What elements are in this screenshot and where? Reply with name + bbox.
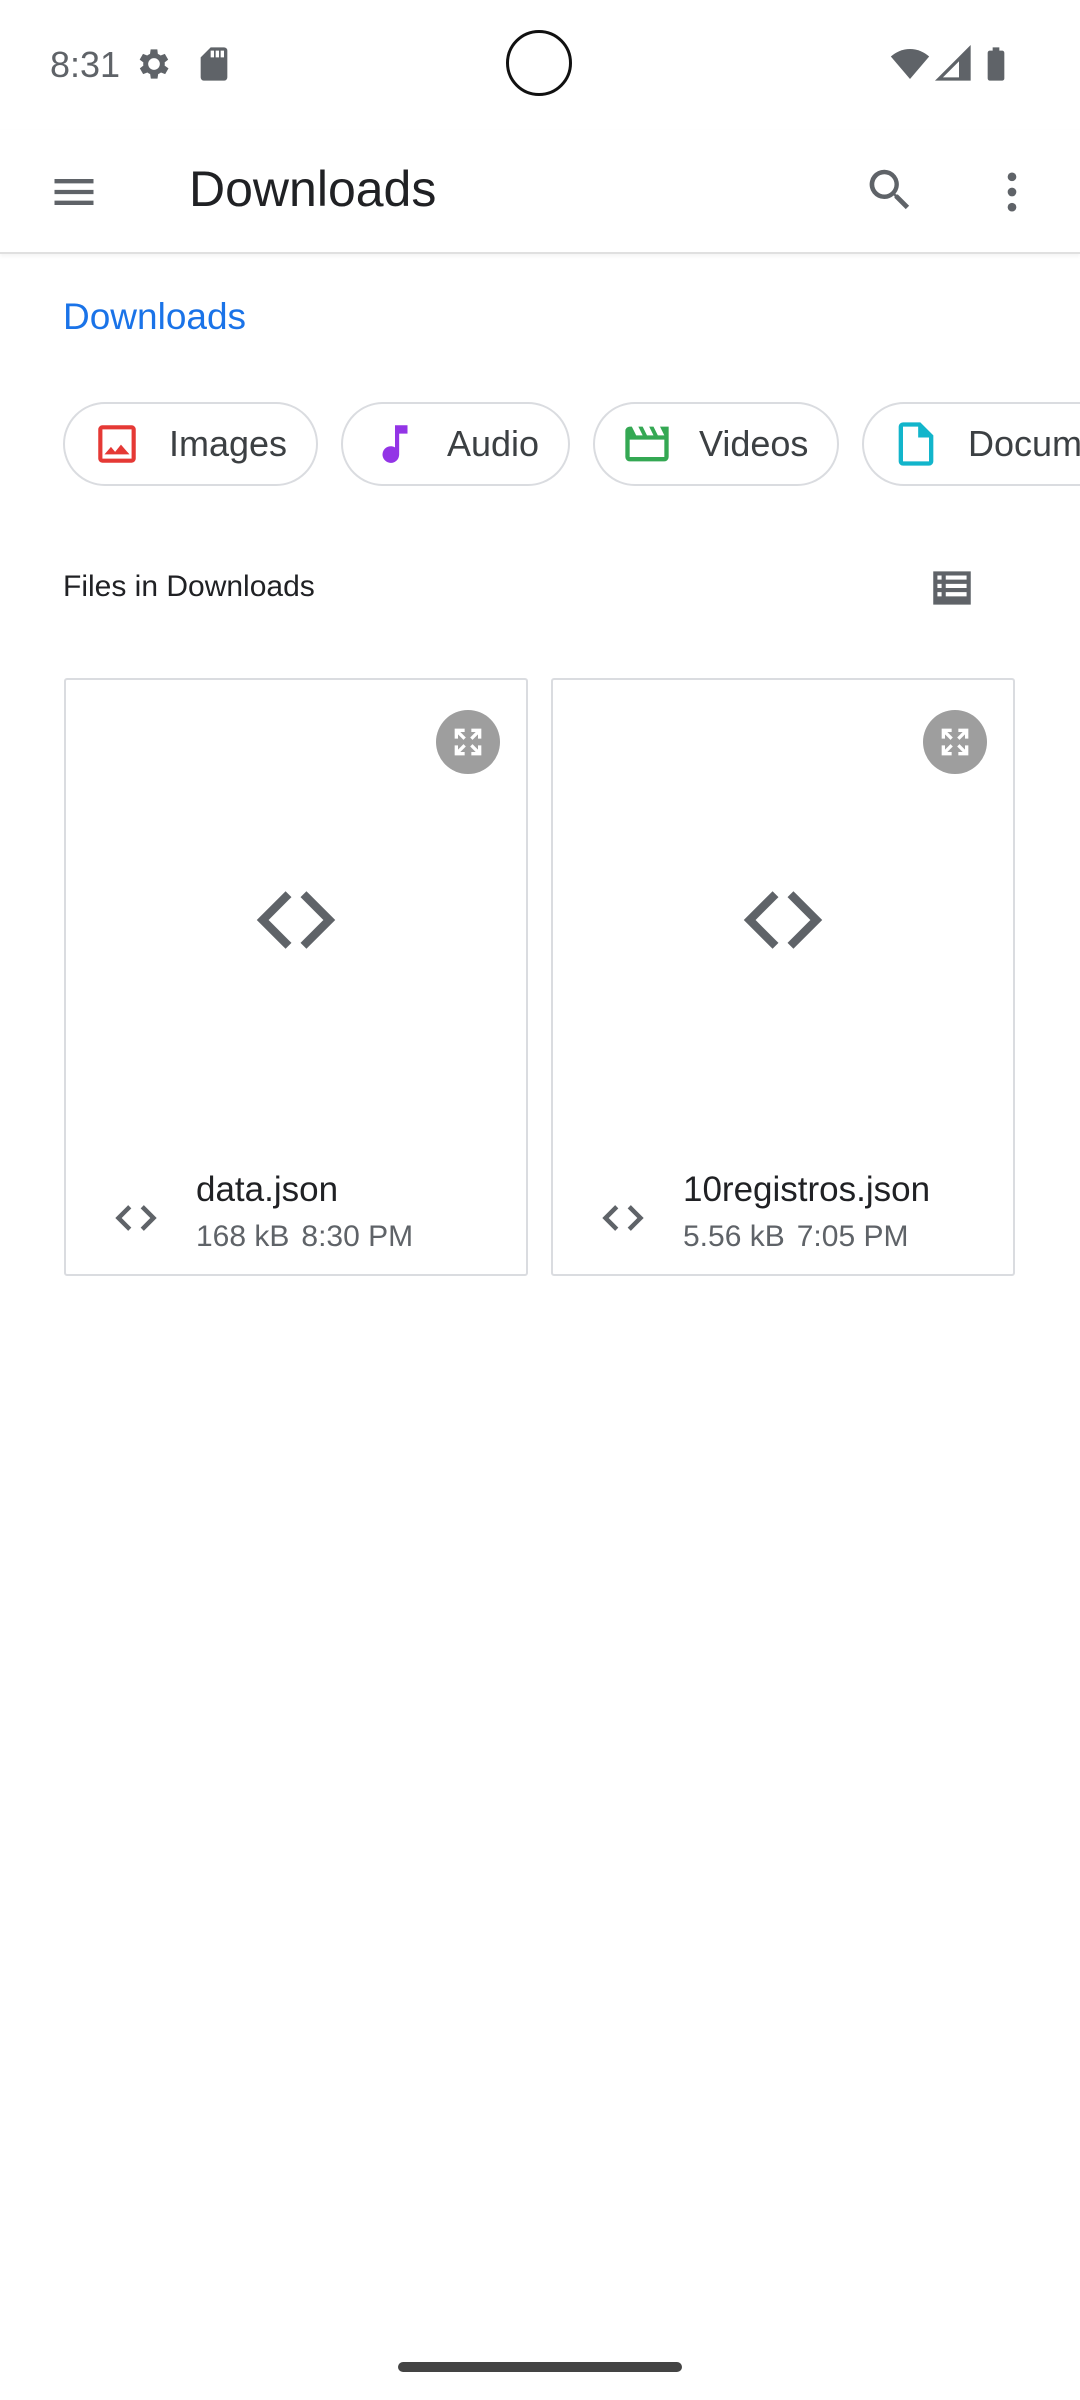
file-type-code-icon — [115, 1205, 157, 1231]
chip-label: Videos — [699, 423, 809, 464]
code-icon — [256, 891, 336, 949]
hamburger-menu-icon — [54, 179, 94, 205]
file-info: 168 kB 8:30 PM — [196, 1220, 413, 1254]
file-name: data.json — [196, 1170, 339, 1209]
code-icon — [743, 891, 823, 949]
file-time: 7:05 PM — [796, 1220, 909, 1253]
file-type-code-icon — [602, 1205, 644, 1231]
camera-cutout — [506, 30, 572, 96]
search-button[interactable] — [850, 150, 930, 230]
page-title: Downloads — [189, 161, 437, 217]
music-note-icon — [369, 418, 421, 470]
chip-documents[interactable]: Docum — [862, 402, 1080, 486]
chip-label: Audio — [447, 423, 540, 464]
file-size: 168 kB — [196, 1220, 290, 1253]
expand-preview-button[interactable] — [923, 710, 987, 774]
fullscreen-icon — [454, 728, 482, 756]
file-card[interactable]: 10registros.json 5.56 kB 7:05 PM — [551, 678, 1015, 1276]
chip-label: Images — [169, 423, 288, 464]
wifi-icon — [890, 49, 930, 79]
chip-images[interactable]: Images — [63, 402, 318, 486]
filter-chips: Images Audio Videos Docum — [63, 402, 1080, 488]
view-toggle-button[interactable] — [912, 548, 992, 628]
chip-label: Docum — [968, 423, 1080, 464]
fullscreen-icon — [941, 728, 969, 756]
more-vert-icon — [1007, 172, 1017, 212]
app-bar: Downloads — [0, 130, 1080, 254]
home-indicator[interactable] — [398, 2362, 682, 2372]
file-size: 5.56 kB — [683, 1220, 785, 1253]
settings-gear-icon — [139, 49, 169, 79]
movie-icon — [621, 418, 673, 470]
list-view-icon — [933, 571, 971, 605]
section-title: Files in Downloads — [63, 570, 315, 603]
document-icon — [890, 418, 942, 470]
cell-signal-icon — [934, 44, 971, 81]
battery-icon — [987, 47, 1005, 81]
sd-card-icon — [200, 47, 228, 81]
menu-button[interactable] — [34, 152, 114, 232]
file-name: 10registros.json — [683, 1170, 931, 1209]
file-time: 8:30 PM — [301, 1220, 414, 1253]
file-card[interactable]: data.json 168 kB 8:30 PM — [64, 678, 528, 1276]
chip-audio[interactable]: Audio — [341, 402, 570, 486]
status-bar: 8:31 — [0, 0, 1080, 130]
search-icon — [869, 169, 910, 210]
status-time: 8:31 — [50, 44, 121, 85]
image-icon — [91, 418, 143, 470]
file-info: 5.56 kB 7:05 PM — [683, 1220, 908, 1254]
breadcrumb-root[interactable]: Downloads — [63, 296, 246, 338]
chip-videos[interactable]: Videos — [593, 402, 839, 486]
expand-preview-button[interactable] — [436, 710, 500, 774]
more-options-button[interactable] — [972, 152, 1052, 232]
